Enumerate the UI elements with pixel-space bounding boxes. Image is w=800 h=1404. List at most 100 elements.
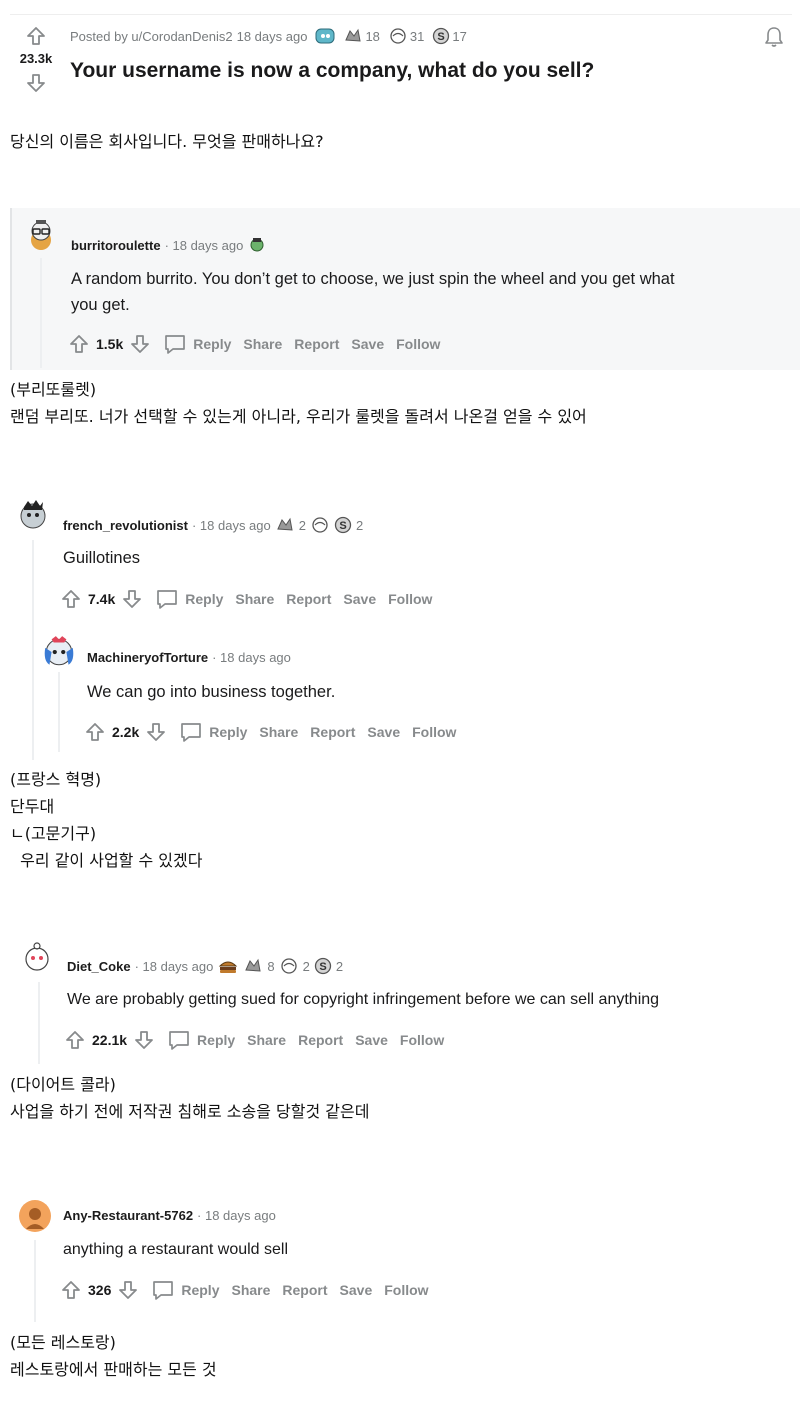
- upvote-icon[interactable]: [25, 25, 47, 47]
- reply-button[interactable]: Reply: [155, 588, 223, 610]
- speech-bubble-icon: [181, 723, 202, 742]
- report-button[interactable]: Report: [298, 1032, 343, 1048]
- comment-body-line: you get.: [71, 296, 130, 314]
- post-score: 23.3k: [19, 51, 53, 66]
- burger-award-icon: [219, 961, 238, 973]
- upvote-icon[interactable]: [60, 588, 82, 610]
- comment-score: 7.4k: [88, 591, 116, 607]
- comment-actions: 326 Reply Share Report Save Follow: [60, 1279, 429, 1301]
- thread-line[interactable]: [38, 982, 40, 1064]
- silver-award-icon: S: [314, 957, 331, 975]
- translation-line: (부리또룰렛): [10, 380, 97, 399]
- report-button[interactable]: Report: [286, 591, 331, 607]
- translation-line: ㄴ(고문기구): [10, 824, 97, 843]
- follow-button[interactable]: Follow: [412, 724, 456, 740]
- post-meta: Posted by u/CorodanDenis2 18 days ago 18…: [70, 27, 467, 45]
- reply-label: Reply: [193, 336, 232, 352]
- translation-line: 레스토랑에서 판매하는 모든 것: [10, 1360, 217, 1379]
- share-button[interactable]: Share: [243, 336, 282, 352]
- comment-body: Guillotines: [63, 549, 141, 567]
- avatar[interactable]: [24, 218, 58, 252]
- comment-username[interactable]: french_revolutionist: [63, 518, 188, 533]
- helpful-award-icon: [315, 27, 335, 45]
- post-header: 23.3k Posted by u/CorodanDenis2 18 days …: [10, 14, 792, 123]
- upvote-icon[interactable]: [68, 333, 90, 355]
- avatar[interactable]: [16, 498, 50, 532]
- save-button[interactable]: Save: [355, 1032, 388, 1048]
- upvote-icon[interactable]: [84, 721, 106, 743]
- comment-translation: (다이어트 콜라) 사업을 하기 전에 저작권 침해로 소송을 당할것 같은데: [10, 1071, 369, 1125]
- avatar[interactable]: [20, 940, 54, 974]
- report-button[interactable]: Report: [294, 336, 339, 352]
- save-button[interactable]: Save: [340, 1282, 373, 1298]
- reply-button[interactable]: Reply: [163, 333, 231, 355]
- speech-bubble-icon: [169, 1031, 189, 1050]
- follow-button[interactable]: Follow: [388, 591, 432, 607]
- save-button[interactable]: Save: [351, 336, 384, 352]
- thread-line[interactable]: [58, 672, 60, 752]
- follow-button[interactable]: Follow: [396, 336, 440, 352]
- comment-time: · 18 days ago: [164, 237, 244, 253]
- save-button[interactable]: Save: [343, 591, 376, 607]
- comment-username[interactable]: MachineryofTorture: [87, 650, 208, 665]
- comment-actions: 22.1k Reply Share Report Save Follow: [64, 1029, 444, 1051]
- upvote-icon[interactable]: [60, 1279, 82, 1301]
- translation-line: 사업을 하기 전에 저작권 침해로 소송을 당할것 같은데: [10, 1102, 370, 1121]
- downvote-icon[interactable]: [25, 72, 47, 94]
- thread-line[interactable]: [40, 258, 42, 368]
- reply-button[interactable]: Reply: [151, 1279, 219, 1301]
- comment-username[interactable]: burritoroulette: [71, 238, 161, 253]
- report-button[interactable]: Report: [310, 724, 355, 740]
- reply-label: Reply: [185, 591, 224, 607]
- translation-line: (다이어트 콜라): [10, 1075, 116, 1094]
- speech-bubble-icon: [157, 590, 178, 609]
- downvote-icon[interactable]: [133, 1029, 155, 1051]
- downvote-icon[interactable]: [117, 1279, 139, 1301]
- downvote-icon[interactable]: [129, 333, 151, 355]
- silver-award-icon: S 17: [432, 27, 467, 45]
- svg-text:S: S: [438, 31, 445, 43]
- report-button[interactable]: Report: [282, 1282, 327, 1298]
- reply-button[interactable]: Reply: [179, 721, 247, 743]
- comment-translation: (모든 레스토랑) 레스토랑에서 판매하는 모든 것: [10, 1329, 217, 1383]
- follow-button[interactable]: Follow: [384, 1282, 428, 1298]
- comment-meta: Any-Restaurant-5762 · 18 days ago: [63, 1208, 276, 1223]
- bell-icon[interactable]: [762, 25, 786, 49]
- comment-actions: 1.5k Reply Share Report Save Follow: [68, 333, 440, 355]
- share-button[interactable]: Share: [259, 724, 298, 740]
- follow-button[interactable]: Follow: [400, 1032, 444, 1048]
- comment-time: · 18 days ago: [134, 958, 214, 974]
- share-button[interactable]: Share: [235, 591, 274, 607]
- wholesome-award-count: 18: [365, 28, 380, 44]
- hugz-award-icon: 31: [388, 27, 424, 45]
- share-button[interactable]: Share: [247, 1032, 286, 1048]
- hugz-award-count: 31: [409, 28, 425, 44]
- comment-meta: Diet_Coke · 18 days ago 8 2 S 2: [67, 957, 343, 975]
- reply-button[interactable]: Reply: [167, 1029, 235, 1051]
- comment-meta: MachineryofTorture · 18 days ago: [87, 650, 291, 665]
- comment-username[interactable]: Any-Restaurant-5762: [63, 1208, 193, 1223]
- post-title[interactable]: Your username is now a company, what do …: [70, 59, 594, 83]
- share-button[interactable]: Share: [231, 1282, 270, 1298]
- save-button[interactable]: Save: [367, 724, 400, 740]
- comment-time: · 18 days ago: [191, 517, 271, 533]
- comment-body: anything a restaurant would sell: [63, 1241, 289, 1258]
- comment-translation: (부리또룰렛) 랜덤 부리또. 너가 선택할 수 있는게 아니라, 우리가 룰렛…: [10, 376, 587, 430]
- thread-line[interactable]: [32, 540, 34, 760]
- downvote-icon[interactable]: [145, 721, 167, 743]
- comment-body-line: A random burrito. You don’t get to choos…: [71, 270, 675, 288]
- speech-bubble-icon: [153, 1281, 174, 1300]
- avatar[interactable]: [18, 1199, 52, 1233]
- reply-label: Reply: [197, 1032, 236, 1048]
- award-count: 2: [302, 958, 310, 974]
- comment-score: 1.5k: [96, 336, 124, 352]
- post-translation: 당신의 이름은 회사입니다. 무엇을 판매하나요?: [10, 132, 324, 151]
- upvote-icon[interactable]: [64, 1029, 86, 1051]
- award-icon: [250, 238, 264, 252]
- thread-line[interactable]: [34, 1240, 36, 1322]
- posted-by[interactable]: Posted by u/CorodanDenis2: [70, 29, 233, 44]
- translation-line: 랜덤 부리또. 너가 선택할 수 있는게 아니라, 우리가 룰렛을 돌려서 나온…: [10, 407, 587, 426]
- downvote-icon[interactable]: [121, 588, 143, 610]
- avatar[interactable]: [41, 633, 77, 669]
- comment-username[interactable]: Diet_Coke: [67, 959, 131, 974]
